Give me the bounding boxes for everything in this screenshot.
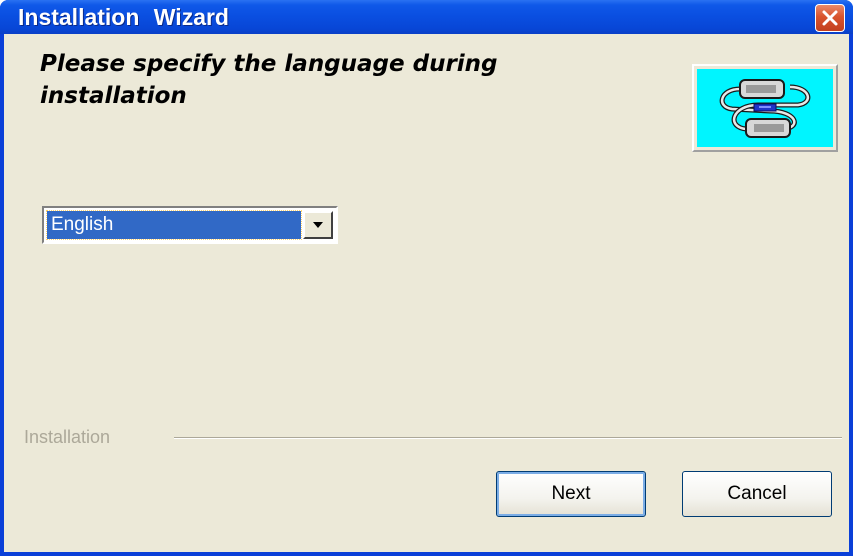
close-icon — [822, 10, 838, 26]
installation-section-label: Installation — [24, 427, 111, 447]
language-dropdown-button[interactable] — [303, 211, 333, 239]
page-heading: Please specify the language during insta… — [40, 51, 498, 109]
language-select-value[interactable]: English — [46, 210, 302, 240]
chevron-down-icon — [313, 222, 323, 228]
title-bar[interactable]: Installation Wizard — [0, 0, 853, 34]
close-button[interactable] — [815, 4, 845, 32]
next-button[interactable]: Next — [496, 471, 646, 517]
section-divider — [174, 437, 842, 439]
window-title: Installation Wizard — [18, 4, 229, 30]
installation-wizard-window: Installation Wizard Please specify the l… — [0, 0, 853, 556]
logo-frame — [692, 64, 838, 152]
language-select[interactable]: English — [42, 206, 338, 244]
cancel-button[interactable]: Cancel — [682, 471, 832, 517]
logo-background — [697, 69, 833, 147]
usb-cable-icon — [719, 79, 811, 138]
